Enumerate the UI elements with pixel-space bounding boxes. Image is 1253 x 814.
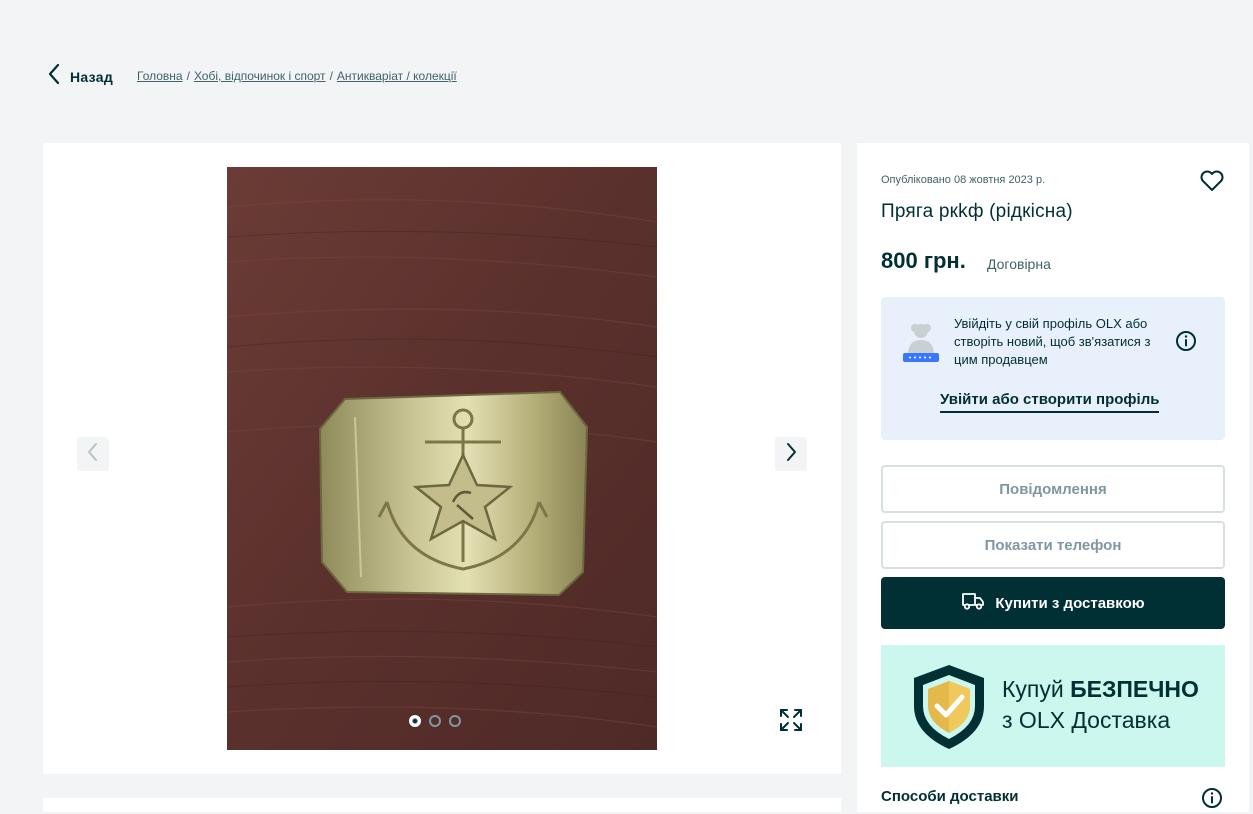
breadcrumb-antiques[interactable]: Антикваріат / колекції	[337, 69, 457, 83]
promo-line1-bold: БЕЗПЕЧНО	[1070, 676, 1199, 702]
previous-photo-button[interactable]	[77, 437, 109, 471]
chevron-left-icon	[46, 62, 62, 91]
promo-text: Купуй БЕЗПЕЧНО з OLX Доставка	[1002, 674, 1199, 736]
expand-icon	[778, 707, 804, 738]
truck-icon	[961, 591, 985, 615]
back-label: Назад	[70, 68, 114, 85]
buy-button-label: Купити з доставкою	[995, 594, 1145, 612]
breadcrumb-separator: /	[186, 69, 190, 83]
promo-line1-prefix: Купуй	[1002, 676, 1071, 702]
breadcrumb: Головна / Хобі, відпочинок і спорт / Ант…	[137, 69, 457, 83]
login-prompt: Увійдіть у свій профіль OLX або створіть…	[881, 297, 1225, 440]
buy-with-delivery-button[interactable]: Купити з доставкою	[881, 577, 1225, 629]
user-avatar-icon	[901, 319, 941, 368]
breadcrumb-home[interactable]: Головна	[137, 69, 183, 83]
photo-dot[interactable]	[409, 715, 421, 727]
breadcrumb-hobby[interactable]: Хобі, відпочинок і спорт	[194, 69, 326, 83]
heart-icon	[1199, 170, 1225, 197]
published-date: Опубліковано 08 жовтня 2023 р.	[881, 174, 1046, 186]
back-button[interactable]: Назад	[46, 62, 113, 91]
listing-title: Пряга ркkф (рідкісна)	[881, 201, 1073, 222]
shield-check-icon	[908, 661, 990, 758]
listing-sidebar: Опубліковано 08 жовтня 2023 р. Пряга ркk…	[857, 143, 1249, 812]
message-button[interactable]: Повідомлення	[881, 465, 1225, 513]
next-photo-button[interactable]	[775, 437, 807, 471]
fullscreen-button[interactable]	[774, 705, 808, 739]
login-link[interactable]: Увійти або створити профіль	[940, 391, 1160, 413]
olx-delivery-banner[interactable]: Купуй БЕЗПЕЧНО з OLX Доставка	[881, 645, 1225, 767]
show-phone-button[interactable]: Показати телефон	[881, 521, 1225, 569]
photo-pagination	[409, 715, 461, 727]
top-navigation: Назад Головна / Хобі, відпочинок і спорт…	[0, 0, 1253, 143]
info-icon[interactable]	[1175, 330, 1197, 357]
favorite-button[interactable]	[1199, 169, 1225, 198]
description-card	[43, 798, 841, 812]
chevron-left-icon	[86, 441, 100, 468]
listing-photo[interactable]	[227, 167, 657, 750]
info-icon[interactable]	[1201, 787, 1223, 814]
photo-gallery	[43, 143, 841, 774]
breadcrumb-separator: /	[329, 69, 333, 83]
chevron-right-icon	[784, 441, 798, 468]
listing-price: 800 грн.	[881, 248, 966, 273]
delivery-methods-heading: Способи доставки	[881, 788, 1019, 805]
photo-dot[interactable]	[429, 715, 441, 727]
negotiable-label: Договірна	[987, 256, 1051, 272]
login-prompt-text: Увійдіть у свій профіль OLX або створіть…	[954, 316, 1151, 367]
promo-line2: з OLX Доставка	[1002, 707, 1171, 733]
photo-dot[interactable]	[449, 715, 461, 727]
